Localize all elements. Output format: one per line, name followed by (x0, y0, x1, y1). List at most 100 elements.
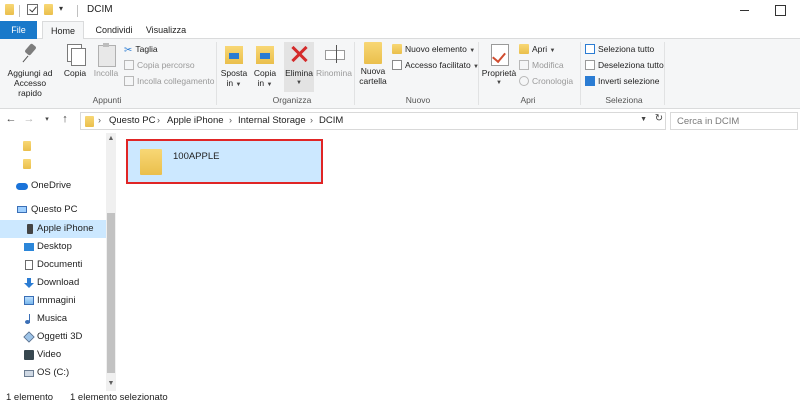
file-name: 100APPLE (173, 151, 220, 162)
nav-label: OS (C:) (37, 367, 70, 378)
open-icon (519, 43, 529, 54)
pictures-icon (24, 296, 34, 305)
copy-icon (64, 42, 86, 66)
invert-selection-icon (585, 75, 595, 86)
nav-item-apple-iphone[interactable]: Apple iPhone (0, 220, 106, 238)
copy-path-button[interactable]: Copia percorso (124, 59, 195, 72)
open-label: Apri (532, 44, 548, 54)
folder-icon[interactable] (5, 4, 14, 15)
nav-label: Apple iPhone (37, 223, 94, 234)
scroll-up-arrow-icon[interactable]: ▲ (107, 134, 115, 144)
nav-item-download[interactable]: Download (0, 274, 106, 292)
breadcrumb-dcim[interactable]: DCIM (319, 115, 343, 126)
move-to-button[interactable]: Sposta in ▼ (219, 42, 249, 90)
tab-share[interactable]: Condividi (89, 21, 139, 39)
nav-item-quick-folder[interactable] (0, 155, 106, 173)
customize-quick-access-icon[interactable]: ▾ (59, 4, 63, 13)
copy-path-icon (124, 59, 134, 70)
edit-button[interactable]: Modifica (519, 59, 564, 72)
nav-item-this-pc[interactable]: Questo PC (0, 201, 106, 219)
nav-item-quick-folder[interactable] (0, 137, 106, 155)
rename-label: Rinomina (316, 68, 352, 78)
delete-button[interactable]: Elimina ▼ (284, 42, 314, 92)
status-selected-count: 1 elemento selezionato (70, 392, 168, 403)
open-button[interactable]: Apri ▼ (519, 43, 555, 56)
breadcrumb-separator: › (229, 115, 232, 125)
nav-item-desktop[interactable]: Desktop (0, 238, 106, 256)
new-folder-button[interactable]: Nuova cartella (357, 42, 389, 86)
back-arrow-icon[interactable]: ← (4, 113, 18, 125)
recent-locations-icon[interactable]: ▾ (40, 115, 54, 123)
file-list: 100APPLE (116, 133, 800, 391)
refresh-icon[interactable]: ↻ (652, 112, 666, 126)
nav-item-onedrive[interactable]: OneDrive (0, 177, 106, 195)
search-placeholder: Cerca in DCIM (677, 116, 740, 127)
documents-icon (25, 260, 33, 270)
nav-item-music[interactable]: Musica (0, 310, 106, 328)
scroll-thumb[interactable] (107, 213, 115, 373)
new-folder-label-line2: cartella (359, 76, 387, 86)
drive-icon (24, 370, 34, 377)
invert-selection-button[interactable]: Inverti selezione (585, 75, 659, 88)
minimize-button[interactable] (736, 2, 754, 18)
nav-item-3d-objects[interactable]: Oggetti 3D (0, 328, 106, 346)
window-title: DCIM (87, 4, 113, 15)
copy-to-button[interactable]: Copia in ▼ (251, 42, 279, 90)
breadcrumb-this-pc[interactable]: Questo PC (109, 115, 155, 126)
nav-scrollbar[interactable]: ▲ ▼ (106, 133, 116, 391)
pin-quick-access-button[interactable]: Aggiungi ad Accesso rapido (2, 42, 58, 98)
edit-icon (519, 59, 529, 70)
address-bar[interactable]: › Questo PC › Apple iPhone › Internal St… (80, 112, 666, 130)
paste-button[interactable]: Incolla (91, 42, 121, 78)
divider (19, 5, 20, 17)
scroll-down-arrow-icon[interactable]: ▼ (107, 379, 115, 389)
nav-item-pictures[interactable]: Immagini (0, 292, 106, 310)
tab-home[interactable]: Home (42, 21, 84, 40)
computer-icon (17, 206, 27, 213)
properties-quick-icon[interactable] (27, 4, 38, 15)
up-arrow-icon[interactable]: ↑ (58, 113, 72, 125)
move-to-label-line2: in (226, 78, 234, 88)
select-all-button[interactable]: Seleziona tutto (585, 43, 654, 56)
new-folder-quick-icon[interactable] (44, 4, 53, 15)
history-button[interactable]: Cronologia (519, 75, 573, 88)
breadcrumb-separator: › (98, 115, 101, 125)
nav-label: Questo PC (31, 204, 78, 215)
nav-item-video[interactable]: Video (0, 346, 106, 364)
breadcrumb-apple-iphone[interactable]: Apple iPhone (167, 115, 224, 126)
search-box[interactable]: Cerca in DCIM (670, 112, 798, 130)
3d-objects-icon (23, 331, 35, 343)
copy-to-icon (254, 42, 276, 66)
cut-button[interactable]: ✂ Taglia (124, 43, 158, 56)
paste-shortcut-icon (124, 75, 134, 86)
group-divider (580, 42, 581, 105)
nav-item-drive-c[interactable]: OS (C:) (0, 364, 106, 382)
easy-access-button[interactable]: Accesso facilitato ▼ (392, 59, 479, 72)
nav-label: OneDrive (31, 180, 72, 191)
new-item-button[interactable]: Nuovo elemento ▼ (392, 43, 475, 56)
folder-icon (140, 149, 162, 175)
breadcrumb-separator: › (157, 115, 160, 125)
nav-item-documents[interactable]: Documenti (0, 256, 106, 274)
maximize-button[interactable] (771, 2, 789, 18)
group-divider (664, 42, 665, 105)
paste-shortcut-button[interactable]: Incolla collegamento (124, 75, 215, 88)
status-item-count: 1 elemento (6, 392, 54, 403)
ribbon: Aggiungi ad Accesso rapido Copia Incolla… (0, 39, 800, 109)
select-none-label: Deseleziona tutto (598, 60, 664, 70)
properties-button[interactable]: Proprietà ▼ (481, 42, 517, 88)
paste-shortcut-label: Incolla collegamento (137, 76, 215, 86)
select-none-button[interactable]: Deseleziona tutto (585, 59, 664, 72)
rename-button[interactable]: Rinomina (316, 42, 352, 78)
chevron-down-icon: ▼ (235, 82, 242, 88)
breadcrumb-internal-storage[interactable]: Internal Storage (238, 115, 306, 126)
folder-icon (23, 159, 31, 169)
tab-file[interactable]: File (0, 21, 37, 39)
chevron-down-icon[interactable]: ▼ (640, 116, 647, 123)
copy-button[interactable]: Copia (61, 42, 89, 78)
new-item-icon (392, 43, 402, 54)
file-item-folder[interactable]: 100APPLE (126, 139, 323, 184)
forward-arrow-icon[interactable]: → (22, 113, 36, 125)
ribbon-tabs: File Home Condividi Visualizza (0, 21, 800, 40)
tab-view[interactable]: Visualizza (143, 21, 189, 39)
